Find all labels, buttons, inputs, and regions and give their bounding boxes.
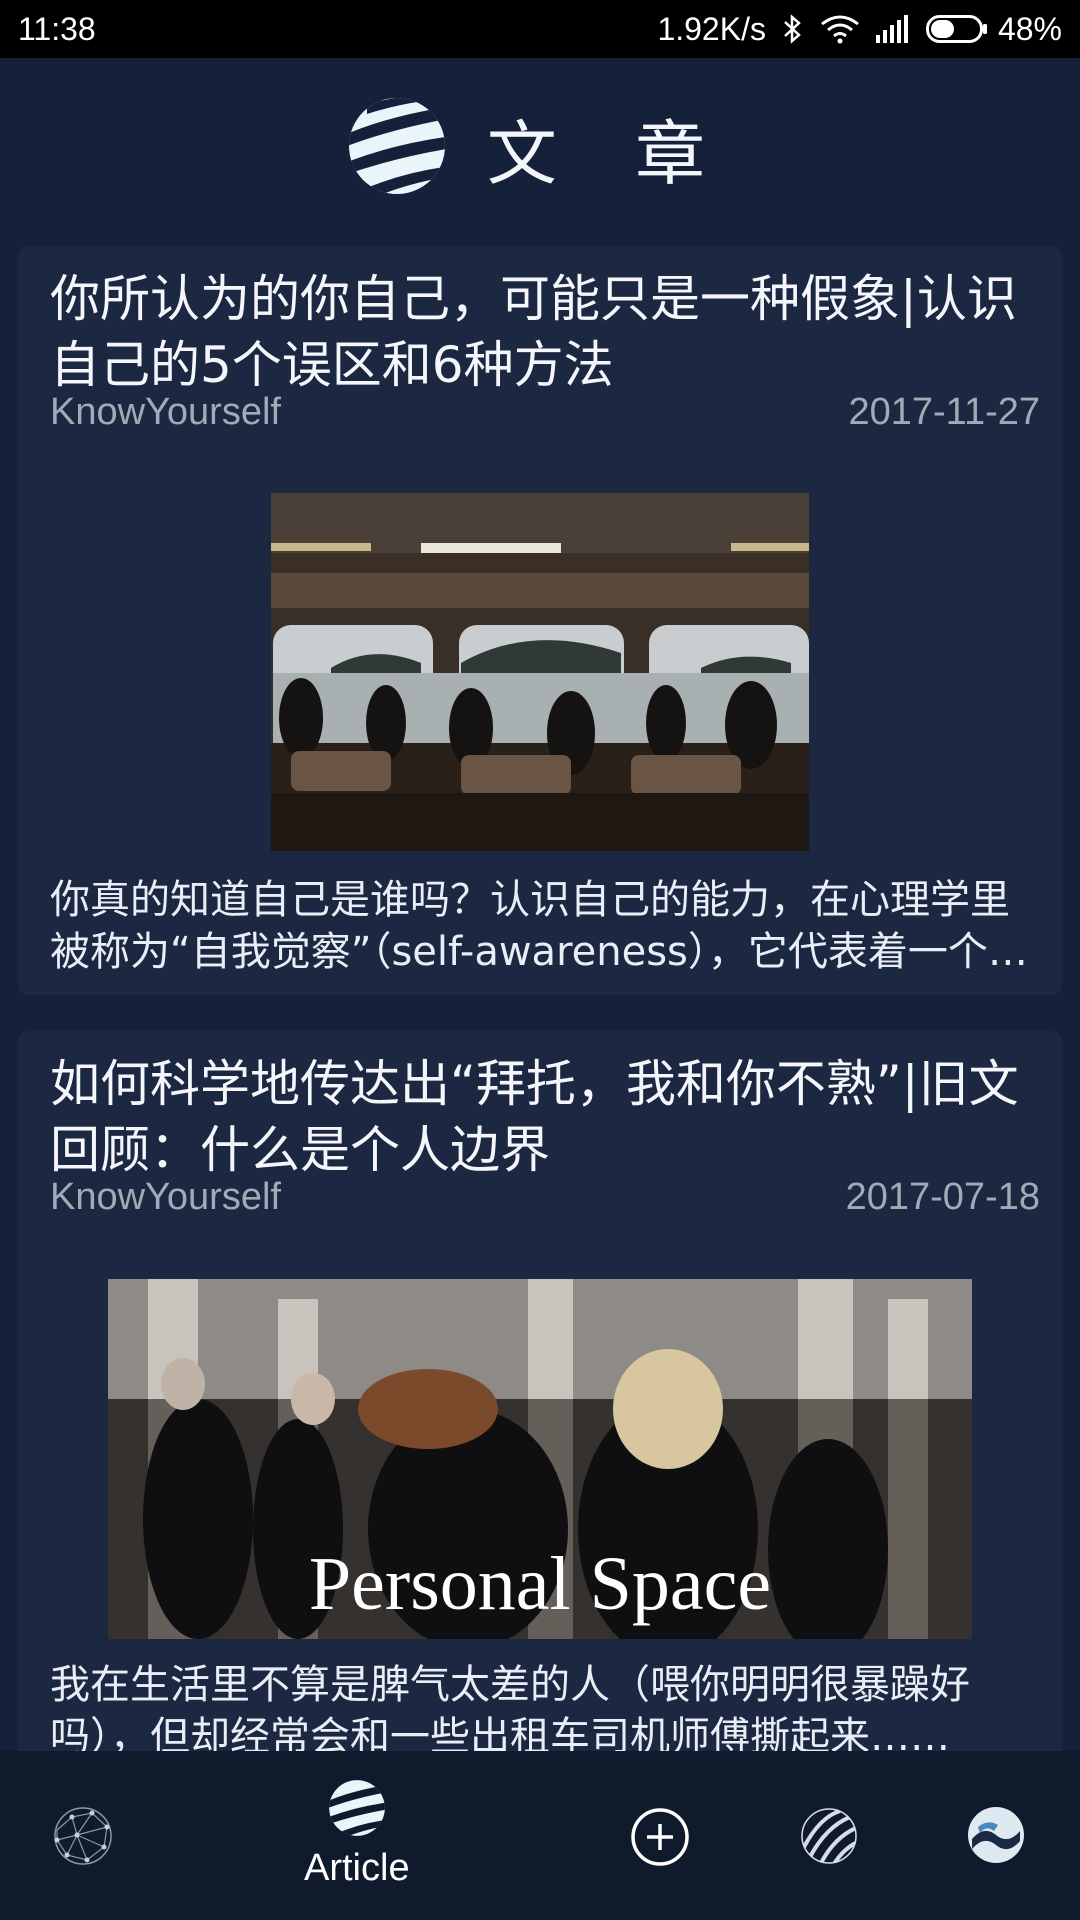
nav-label-article: Article xyxy=(304,1847,410,1889)
image-caption: Personal Space xyxy=(309,1542,771,1626)
article-thumbnail[interactable]: Personal Space xyxy=(108,1279,972,1639)
network-speed: 1.92K/s xyxy=(657,10,766,47)
status-time: 11:38 xyxy=(18,10,96,47)
battery-icon xyxy=(925,15,987,43)
nav-item-add[interactable] xyxy=(630,1807,690,1871)
wifi-icon xyxy=(820,14,860,44)
battery-percent: 48% xyxy=(997,10,1062,47)
article-author: KnowYourself xyxy=(50,1175,281,1218)
add-circle-icon xyxy=(630,1807,690,1871)
article-meta: KnowYourself 2017-11-27 xyxy=(50,390,1040,434)
nav-item-discover[interactable] xyxy=(52,1805,114,1871)
bluetooth-icon xyxy=(782,13,804,45)
nav-item-article[interactable]: Article xyxy=(304,1779,410,1890)
battery-indicator: 48% xyxy=(925,10,1062,48)
article-title[interactable]: 如何科学地传达出“拜托，我和你不熟”|旧文回顾：什么是个人边界 xyxy=(50,1051,1040,1183)
article-title[interactable]: 你所认为的你自己，可能只是一种假象|认识自己的5个误区和6种方法 xyxy=(50,266,1040,398)
nav-item-explore[interactable] xyxy=(800,1807,858,1869)
globe-stripes-logo-icon xyxy=(347,96,447,200)
article-author: KnowYourself xyxy=(50,390,281,433)
article-date: 2017-11-27 xyxy=(848,390,1040,433)
article-excerpt: 我在生活里不算是脾气太差的人（喂你明明很暴躁好吗），但却经常会和一些出租车司机师… xyxy=(50,1662,970,1751)
status-right-group: 1.92K/s 48% xyxy=(657,11,1062,48)
striped-globe-icon xyxy=(328,1779,386,1841)
article-card[interactable]: 如何科学地传达出“拜托，我和你不熟”|旧文回顾：什么是个人边界 KnowYour… xyxy=(18,1031,1062,1751)
status-bar: 11:38 1.92K/s 48% xyxy=(0,0,1080,58)
signal-icon xyxy=(875,15,910,43)
app-header: 文 章 xyxy=(0,58,1080,238)
page-title: 文 章 xyxy=(486,112,734,195)
article-date: 2017-07-18 xyxy=(845,1175,1040,1218)
wave-globe-icon xyxy=(800,1807,858,1869)
article-feed[interactable]: 你所认为的你自己，可能只是一种假象|认识自己的5个误区和6种方法 KnowYou… xyxy=(0,246,1080,1751)
bottom-navigation: Article xyxy=(0,1751,1080,1920)
profile-logo-icon xyxy=(966,1805,1026,1869)
article-excerpt: 你真的知道自己是谁吗？认识自己的能力，在心理学里被称为“自我觉察”（self-a… xyxy=(50,877,1028,975)
article-meta: KnowYourself 2017-07-18 xyxy=(50,1175,1040,1219)
article-card[interactable]: 你所认为的你自己，可能只是一种假象|认识自己的5个误区和6种方法 KnowYou… xyxy=(18,246,1062,995)
article-thumbnail[interactable] xyxy=(271,493,809,851)
network-globe-icon xyxy=(52,1805,114,1871)
nav-item-profile[interactable] xyxy=(966,1805,1026,1869)
